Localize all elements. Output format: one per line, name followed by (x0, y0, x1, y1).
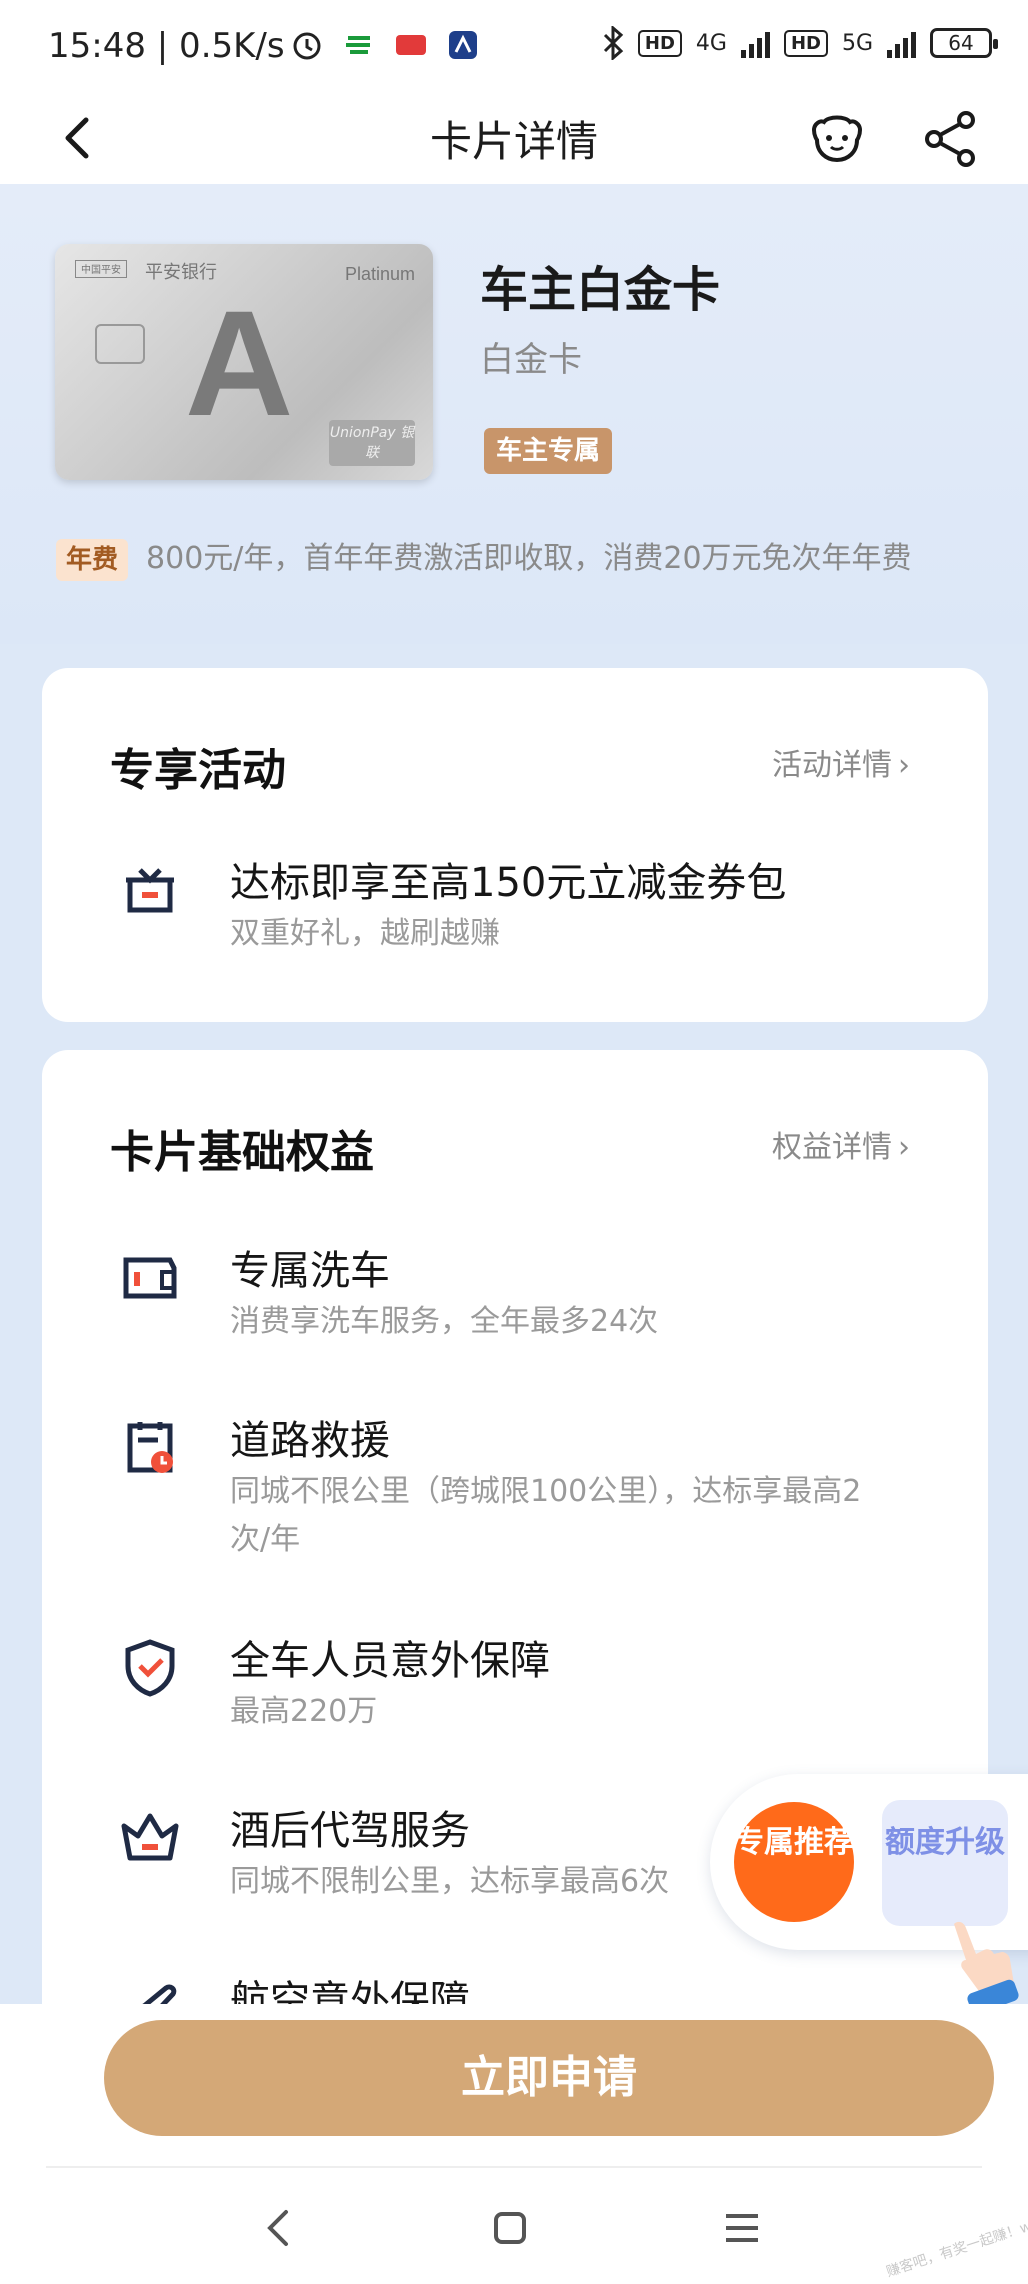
benefit-sub: 消费享洗车服务，全年最多24次 (230, 1304, 659, 1339)
card-letter: A (185, 279, 294, 447)
card-hero: 中国平安 平安银行 Platinum A UnionPay 银联 车主白金卡 白… (0, 184, 1028, 644)
card-chip (95, 324, 145, 364)
card-logo: 中国平安 (75, 260, 127, 278)
network-5g: 5G (841, 30, 873, 56)
gift-box-icon (126, 868, 174, 913)
nav-home-icon[interactable] (480, 2198, 540, 2258)
fee-label: 年费 (56, 539, 129, 581)
bluetooth-icon (603, 26, 624, 60)
activity-item[interactable]: 达标即享至高150元立减金券包 双重好礼，越刷越赚 (110, 850, 930, 960)
card-tag: 车主专属 (484, 428, 613, 474)
shield-check-icon (125, 1639, 175, 1697)
crown-basket-icon (121, 1813, 179, 1861)
news-icon (396, 35, 426, 55)
signal-icon (740, 28, 770, 58)
chevron-right-icon: › (898, 1130, 910, 1165)
benefit-item[interactable]: 全车人员意外保障 最高220万 (110, 1628, 930, 1748)
card-tier: Platinum (344, 264, 415, 284)
status-bar: 15:48 | 0.5K/s HD 4G HD 5G 64 (0, 0, 1028, 90)
benefit-title: 道路救援 (230, 1418, 390, 1464)
hd-badge: HD (637, 29, 682, 57)
apply-button[interactable]: 立即申请 (104, 2020, 994, 2136)
clipboard-clock-icon (127, 1422, 173, 1473)
activity-title: 专享活动 (110, 745, 286, 796)
activity-item-sub: 双重好礼，越刷越赚 (230, 916, 500, 951)
page-title: 卡片详情 (429, 117, 598, 166)
card-image: 中国平安 平安银行 Platinum A UnionPay 银联 (55, 244, 433, 480)
nav-back-icon[interactable] (250, 2198, 310, 2258)
share-icon[interactable] (920, 108, 982, 170)
card-name: 车主白金卡 (480, 262, 721, 318)
deer-app-icon (449, 31, 477, 59)
benefit-item[interactable]: 专属洗车 消费享洗车服务，全年最多24次 (110, 1238, 930, 1358)
activity-detail-link[interactable]: 活动详情 › (772, 740, 910, 784)
alarm-icon (293, 32, 321, 60)
benefits-title: 卡片基础权益 (110, 1127, 374, 1178)
activity-panel: 专享活动 活动详情 › 达标即享至高150元立减金券包 双重好礼，越刷越赚 (42, 668, 988, 1022)
limit-upgrade-button[interactable]: 额度升级 (882, 1800, 1008, 1926)
recommend-button[interactable]: 专属推荐 (734, 1802, 854, 1922)
hd-badge-2: HD (783, 29, 828, 57)
status-right: HD 4G HD 5G 64 (602, 26, 998, 60)
benefit-item[interactable]: 道路救援 同城不限公里（跨城限100公里），达标享最高2次/年 (110, 1408, 930, 1578)
benefits-detail-link[interactable]: 权益详情 › (772, 1122, 910, 1166)
nav-divider (46, 2166, 982, 2168)
benefit-sub: 最高220万 (230, 1694, 378, 1729)
wallet-icon (123, 1257, 177, 1299)
activity-item-title: 达标即享至高150元立减金券包 (230, 860, 787, 906)
chevron-right-icon: › (898, 748, 910, 783)
benefit-sub: 同城不限公里（跨城限100公里），达标享最高2次/年 (230, 1474, 862, 1557)
postal-icon (346, 36, 370, 54)
app-header: 卡片详情 (0, 90, 1028, 184)
annual-fee: 年费 800元/年，首年年费激活即收取，消费20万元免次年年费 (56, 534, 976, 584)
fee-text: 800元/年，首年年费激活即收取，消费20万元免次年年费 (146, 541, 912, 576)
battery-icon: 64 (930, 28, 998, 58)
card-type: 白金卡 (480, 340, 582, 380)
nav-menu-icon[interactable] (712, 2198, 772, 2258)
pointing-hand-icon (954, 1921, 1019, 2014)
unionpay-logo: UnionPay 银联 (329, 420, 415, 466)
signal-icon-2 (887, 28, 916, 58)
benefit-title: 全车人员意外保障 (230, 1638, 550, 1684)
benefit-title: 专属洗车 (230, 1248, 390, 1294)
benefit-title: 酒后代驾服务 (230, 1808, 470, 1854)
robot-face-icon[interactable] (806, 108, 868, 170)
status-time: 15:48 | 0.5K/s (48, 26, 285, 66)
network-4g: 4G (695, 30, 727, 56)
status-app-icons (290, 28, 480, 62)
